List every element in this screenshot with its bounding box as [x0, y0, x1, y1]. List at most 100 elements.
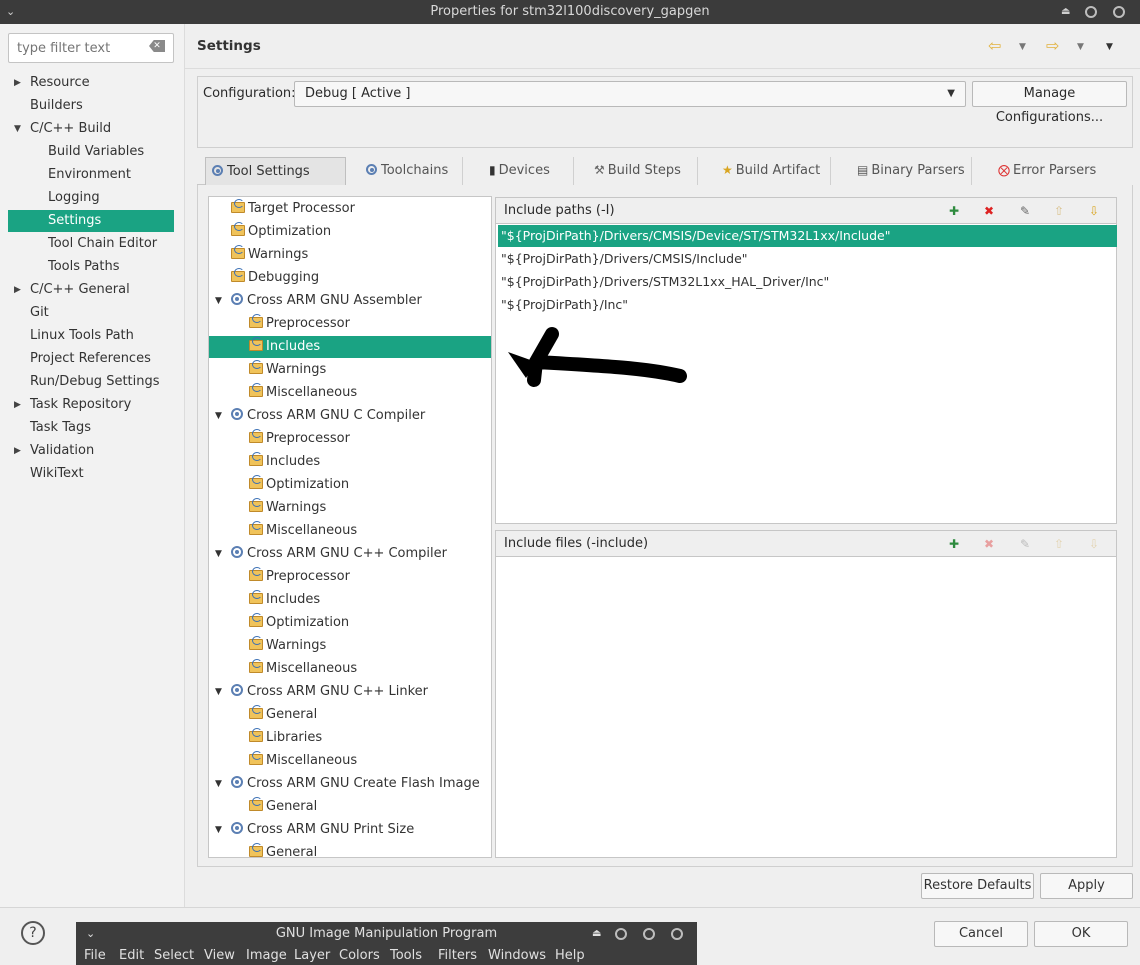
- gimp-menu-item[interactable]: Filters: [438, 946, 477, 965]
- tab-build-artifact[interactable]: ★ Build Artifact: [698, 157, 831, 185]
- chevron-down-icon[interactable]: ▼: [14, 118, 21, 140]
- filter-box[interactable]: ✕: [8, 33, 174, 63]
- back-arrow-icon[interactable]: ⇦: [988, 36, 1001, 55]
- tree-item[interactable]: General: [209, 796, 491, 818]
- sidebar-item[interactable]: ▶ Validation: [8, 440, 174, 462]
- tab-devices[interactable]: ▮ Devices: [463, 157, 574, 185]
- tree-item[interactable]: ▼ Cross ARM GNU C++ Linker: [209, 681, 491, 703]
- gimp-maximize-icon[interactable]: [643, 928, 655, 940]
- tree-item[interactable]: ▼ Cross ARM GNU Assembler: [209, 290, 491, 312]
- tool-tree[interactable]: Target Processor Optimization Warnings Debu…: [208, 196, 492, 858]
- tree-item[interactable]: General: [209, 842, 491, 857]
- gimp-menu-item[interactable]: Select: [154, 946, 194, 965]
- sidebar-item[interactable]: WikiText: [8, 463, 174, 485]
- tree-item[interactable]: Warnings: [209, 244, 491, 266]
- chevron-right-icon[interactable]: ▶: [14, 279, 21, 301]
- tree-item[interactable]: Miscellaneous: [209, 750, 491, 772]
- forward-arrow-icon[interactable]: ⇨: [1046, 36, 1059, 55]
- tree-item[interactable]: Includes: [209, 589, 491, 611]
- gimp-menu-item[interactable]: Edit: [119, 946, 144, 965]
- tree-item[interactable]: Preprocessor: [209, 428, 491, 450]
- tree-item[interactable]: ▼ Cross ARM GNU Print Size: [209, 819, 491, 841]
- include-path-item[interactable]: "${ProjDirPath}/Inc": [498, 294, 628, 316]
- chevron-right-icon[interactable]: ▶: [14, 394, 21, 416]
- gimp-menu-item[interactable]: Image: [246, 946, 287, 965]
- sidebar-item[interactable]: ▼ C/C++ Build: [8, 118, 174, 140]
- tree-item[interactable]: General: [209, 704, 491, 726]
- sidebar-item[interactable]: Environment: [8, 164, 174, 186]
- tree-item[interactable]: Preprocessor: [209, 313, 491, 335]
- gimp-close-icon[interactable]: [671, 928, 683, 940]
- chevron-down-icon[interactable]: ▼: [215, 543, 222, 565]
- chevron-down-icon[interactable]: ▼: [215, 405, 222, 427]
- tree-item[interactable]: Includes: [209, 336, 491, 358]
- gimp-menu-item[interactable]: Colors: [339, 946, 380, 965]
- tree-item[interactable]: Warnings: [209, 359, 491, 381]
- gimp-window-menu-icon[interactable]: ⌄: [86, 922, 95, 946]
- shade-icon[interactable]: ⏏: [1061, 0, 1070, 24]
- sidebar-item[interactable]: ▶ Task Repository: [8, 394, 174, 416]
- gimp-menu-item[interactable]: Help: [555, 946, 585, 965]
- include-path-item[interactable]: "${ProjDirPath}/Drivers/CMSIS/Include": [498, 248, 748, 270]
- sidebar-item[interactable]: Task Tags: [8, 417, 174, 439]
- sidebar-item[interactable]: ▶ C/C++ General: [8, 279, 174, 301]
- add-icon[interactable]: ✚: [946, 203, 962, 219]
- tab-error-parsers[interactable]: ⨂ Error Parsers: [972, 157, 1133, 185]
- move-up-icon[interactable]: ⇧: [1051, 203, 1067, 219]
- sidebar-item[interactable]: ▶ Resource: [8, 72, 174, 94]
- tree-item[interactable]: Miscellaneous: [209, 520, 491, 542]
- sidebar-item[interactable]: Run/Debug Settings: [8, 371, 174, 393]
- sidebar-item[interactable]: Logging: [8, 187, 174, 209]
- sidebar-item[interactable]: Tool Chain Editor: [8, 233, 174, 255]
- tree-item[interactable]: ▼ Cross ARM GNU C Compiler: [209, 405, 491, 427]
- help-icon[interactable]: ?: [21, 921, 45, 945]
- sidebar-item[interactable]: Settings: [8, 210, 174, 232]
- tab-build-steps[interactable]: ⚒ Build Steps: [574, 157, 698, 185]
- minimize-icon[interactable]: [1085, 6, 1097, 18]
- tree-item[interactable]: Warnings: [209, 635, 491, 657]
- gimp-minimize-icon[interactable]: [615, 928, 627, 940]
- configuration-select[interactable]: Debug [ Active ] ▼: [294, 81, 966, 107]
- move-down-icon[interactable]: ⇩: [1086, 203, 1102, 219]
- clear-filter-icon[interactable]: ✕: [149, 40, 165, 52]
- add-icon[interactable]: ✚: [946, 536, 962, 552]
- tree-item[interactable]: Optimization: [209, 221, 491, 243]
- restore-defaults-button[interactable]: Restore Defaults: [921, 873, 1034, 899]
- back-menu-icon[interactable]: ▼: [1019, 42, 1026, 52]
- chevron-right-icon[interactable]: ▶: [14, 440, 21, 462]
- sidebar-item[interactable]: Linux Tools Path: [8, 325, 174, 347]
- include-path-item[interactable]: "${ProjDirPath}/Drivers/CMSIS/Device/ST/…: [498, 225, 1117, 247]
- view-menu-icon[interactable]: ▼: [1106, 42, 1113, 52]
- edit-icon[interactable]: ✎: [1017, 203, 1033, 219]
- tab-binary-parsers[interactable]: ▤ Binary Parsers: [831, 157, 972, 185]
- tree-item[interactable]: Miscellaneous: [209, 658, 491, 680]
- tree-item[interactable]: Debugging: [209, 267, 491, 289]
- tree-item[interactable]: Optimization: [209, 474, 491, 496]
- sidebar-item[interactable]: Git: [8, 302, 174, 324]
- sidebar-item[interactable]: Project References: [8, 348, 174, 370]
- tree-item[interactable]: Libraries: [209, 727, 491, 749]
- delete-icon[interactable]: ✖: [981, 203, 997, 219]
- tree-item[interactable]: ▼ Cross ARM GNU C++ Compiler: [209, 543, 491, 565]
- maximize-icon[interactable]: [1113, 6, 1125, 18]
- sidebar-item[interactable]: Builders: [8, 95, 174, 117]
- sidebar-item[interactable]: Build Variables: [8, 141, 174, 163]
- ok-button[interactable]: OK: [1034, 921, 1128, 947]
- sidebar-item[interactable]: Tools Paths: [8, 256, 174, 278]
- include-path-item[interactable]: "${ProjDirPath}/Drivers/STM32L1xx_HAL_Dr…: [498, 271, 829, 293]
- tree-item[interactable]: Warnings: [209, 497, 491, 519]
- chevron-right-icon[interactable]: ▶: [14, 72, 21, 94]
- chevron-down-icon[interactable]: ▼: [215, 290, 222, 312]
- tree-item[interactable]: Preprocessor: [209, 566, 491, 588]
- gimp-menu-item[interactable]: View: [204, 946, 235, 965]
- gimp-shade-icon[interactable]: ⏏: [592, 922, 601, 946]
- gimp-menu-item[interactable]: Windows: [488, 946, 546, 965]
- tree-item[interactable]: Includes: [209, 451, 491, 473]
- tab-toolchains[interactable]: Toolchains: [346, 157, 463, 185]
- tree-item[interactable]: Optimization: [209, 612, 491, 634]
- chevron-down-icon[interactable]: ▼: [215, 773, 222, 795]
- cancel-button[interactable]: Cancel: [934, 921, 1028, 947]
- forward-menu-icon[interactable]: ▼: [1077, 42, 1084, 52]
- chevron-down-icon[interactable]: ▼: [215, 681, 222, 703]
- gimp-menu-item[interactable]: Layer: [294, 946, 330, 965]
